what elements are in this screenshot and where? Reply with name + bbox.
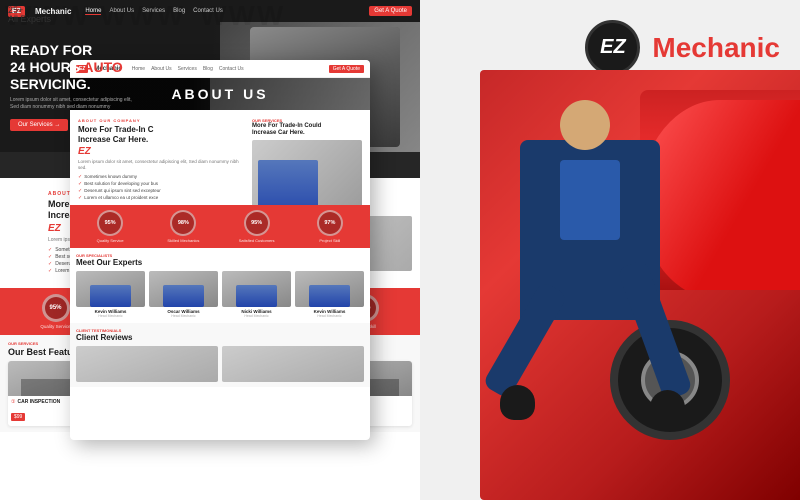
overlap-check-1: Sometimes known dummy	[78, 174, 246, 180]
brand-ez-letters: EZ	[600, 36, 626, 59]
hero-auto: AUTO	[83, 59, 122, 75]
overlap-expert-2: Oscar Williams Head Mechanic	[149, 271, 218, 318]
overlap-stats: 95% Quality Service 98% Skilled Mechanic…	[70, 205, 370, 248]
overlap-link-services[interactable]: Services	[178, 66, 197, 72]
overlap-expert-img-2	[149, 271, 218, 307]
overlap-review-1	[76, 346, 218, 382]
overlap-stat-val-3: 95%	[251, 220, 262, 226]
overlap-stat-circle-4: 97%	[317, 210, 343, 236]
hero-cta-button[interactable]: Our Services →	[10, 119, 68, 131]
mechanic-glove-right	[650, 390, 685, 425]
overlap-right-heading: More For Trade-In CouldIncrease Car Here…	[252, 123, 362, 137]
mechanic-glove-left	[500, 385, 535, 420]
overlap-review-img-2	[222, 346, 364, 382]
overlap-expert-role-2: Head Mechanic	[149, 314, 218, 318]
overlap-review-2	[222, 346, 364, 382]
hero-hours: 24 HOURS	[10, 59, 80, 75]
overlap-experts-heading: Meet Our Experts	[76, 258, 364, 267]
overlap-expert-img-4	[295, 271, 364, 307]
get-quote-button[interactable]: Get A Quote	[369, 6, 412, 16]
overlap-stat-label-4: Project Skill	[296, 238, 364, 243]
overlap-stat-circle-1: 95%	[97, 210, 123, 236]
overlap-stat-circle-3: 95%	[244, 210, 270, 236]
hero-title: READY FOR 24 HOURS AUTO SERVICING.	[10, 42, 140, 92]
overlap-link-blog[interactable]: Blog	[203, 66, 213, 72]
overlap-experts: OUR SPECIALISTS Meet Our Experts Kevin W…	[70, 248, 370, 323]
overlap-stat-label-1: Quality Service	[76, 238, 144, 243]
mechanic-figure	[500, 100, 720, 500]
hero-servicing: SERVICING.	[10, 76, 91, 92]
overlap-expert-3: Nicki Williams Head Mechanic	[222, 271, 291, 318]
overlap-stat-label-3: Satisfied Customers	[223, 238, 291, 243]
overlap-review-img-1	[76, 346, 218, 382]
service-name-1: CAR INSPECTION	[17, 399, 60, 405]
overlap-expert-1: Kevin Williams Head Mechanic	[76, 271, 145, 318]
overlap-about-right: OUR SERVICES More For Trade-In CouldIncr…	[252, 118, 362, 197]
overlap-stat-circle-2: 98%	[170, 210, 196, 236]
overlap-nav-links: Home About Us Services Blog Contact Us	[132, 66, 244, 72]
overlap-link-about[interactable]: About Us	[151, 66, 172, 72]
right-panel: EZ Mechanic	[420, 0, 800, 500]
service-price-1: $99	[11, 413, 25, 421]
overlap-stat-val-1: 95%	[105, 220, 116, 226]
overlap-check-2: Best solution for developing your bus	[78, 181, 246, 187]
stat-label-quality: Quality Service	[40, 324, 70, 329]
overlap-check-3: Deserunt qui ipsum sint sed excepteur	[78, 188, 246, 194]
brand-circle: EZ	[585, 20, 640, 75]
overlap-expert-role-3: Head Mechanic	[222, 314, 291, 318]
overlap-expert-img-1	[76, 271, 145, 307]
overlap-about-text: ABOUT US	[171, 86, 268, 102]
hero-content: READY FOR 24 HOURS AUTO SERVICING. Lorem…	[10, 42, 140, 131]
overlap-expert-role-4: Head Mechanic	[295, 314, 364, 318]
service-num-icon-1: ①	[11, 399, 15, 405]
overlap-expert-role-1: Head Mechanic	[76, 314, 145, 318]
brand-name: Mechanic	[652, 32, 780, 64]
overlap-expert-img-3	[222, 271, 291, 307]
overlap-check-4: Lorem et ullamco ea ut proident exce	[78, 195, 246, 201]
brand-area: EZ Mechanic	[585, 20, 780, 75]
overlap-link-contact[interactable]: Contact Us	[219, 66, 244, 72]
overlap-expert-4: Kevin Williams Head Mechanic	[295, 271, 364, 318]
overlap-ez-logo: EZ	[78, 146, 246, 157]
overlap-stat-label-2: Skilled Mechanics	[149, 238, 217, 243]
overlap-about-image	[252, 140, 362, 205]
overlap-stat-4: 97% Project Skill	[296, 210, 364, 243]
stat-circle-quality: 95%	[42, 294, 70, 322]
overlap-stat-1: 95% Quality Service	[76, 210, 144, 243]
hero-subtitle: Lorem ipsum dolor sit amet, consectetur …	[10, 97, 140, 111]
overlap-stat-val-2: 98%	[178, 220, 189, 226]
overlap-reviews-row	[76, 346, 364, 382]
overlap-about-desc: Lorem ipsum dolor sit amet, consectetur …	[78, 159, 246, 172]
overlap-get-quote-button[interactable]: Get A Quote	[329, 65, 364, 73]
overlap-checklist: Sometimes known dummy Best solution for …	[78, 174, 246, 201]
stat-value-quality: 95%	[49, 305, 61, 311]
overlap-experts-row: Kevin Williams Head Mechanic Oscar Willi…	[76, 271, 364, 318]
mechanic-head	[560, 100, 610, 150]
overlap-stat-val-4: 97%	[324, 220, 335, 226]
overlap-reviews: CLIENT TESTIMONIALS Client Reviews	[70, 323, 370, 387]
overlap-stat-2: 98% Skilled Mechanics	[149, 210, 217, 243]
mechanic-large-photo	[480, 70, 800, 500]
overlap-reviews-heading: Client Reviews	[76, 333, 364, 342]
overlap-stat-3: 95% Satisfied Customers	[223, 210, 291, 243]
